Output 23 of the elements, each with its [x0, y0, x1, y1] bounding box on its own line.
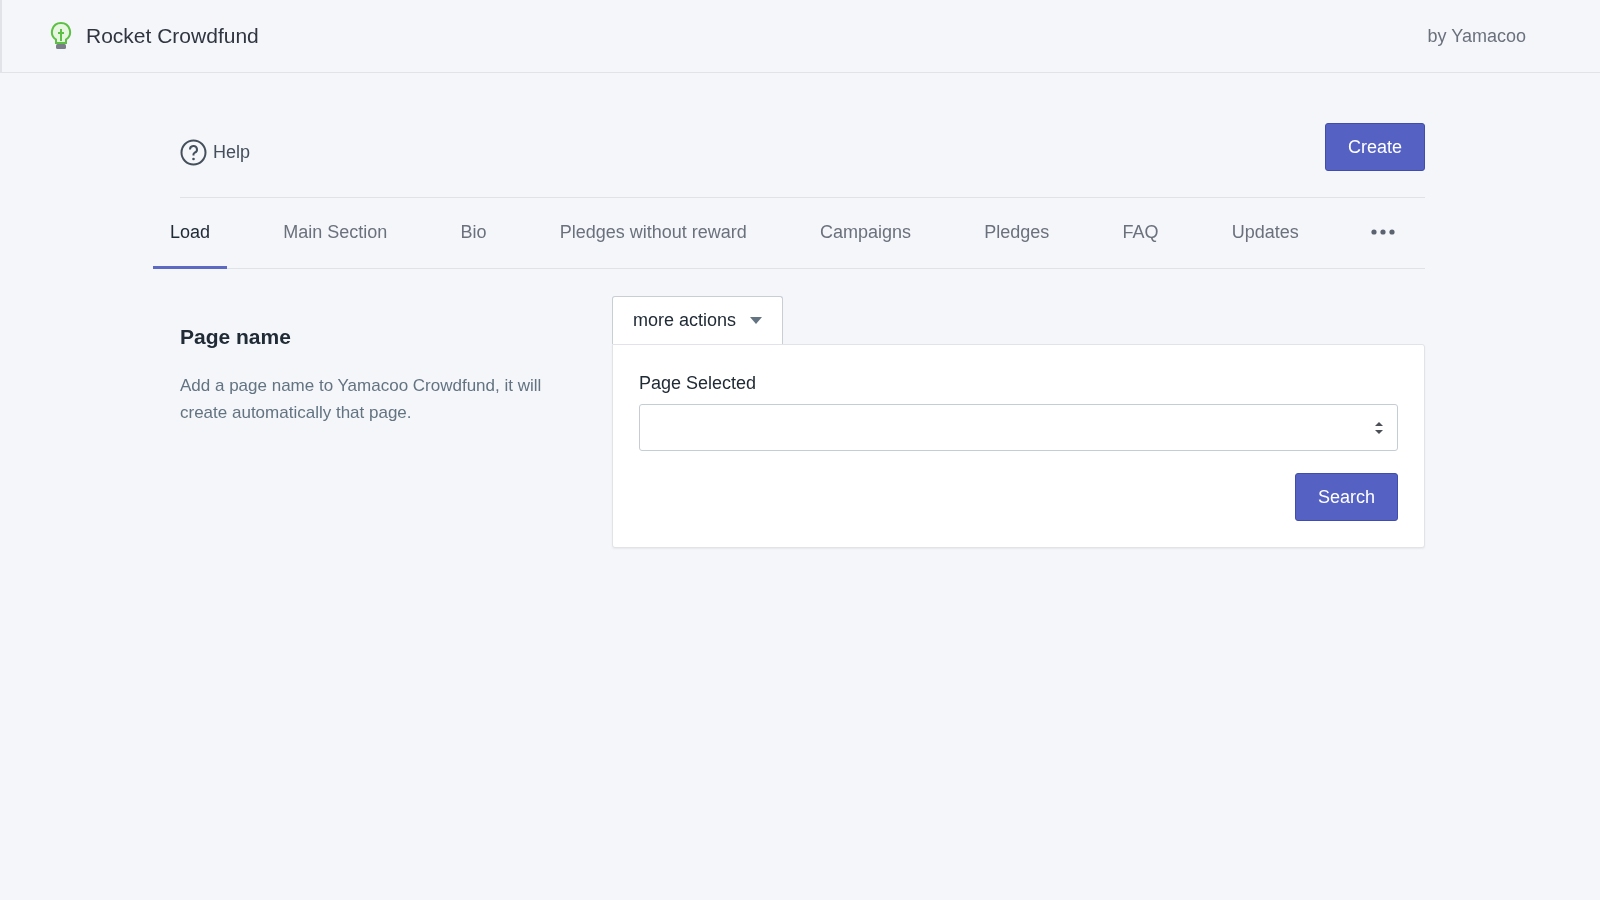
ellipsis-icon	[1370, 229, 1395, 235]
tab[interactable]: Bio	[443, 198, 504, 269]
more-actions-button[interactable]: more actions	[612, 296, 784, 344]
create-button[interactable]: Create	[1324, 123, 1425, 171]
app-name: Rocket Crowdfund	[86, 24, 259, 48]
tab[interactable]: Pledges	[967, 198, 1067, 269]
byline-text: by Yamacoo	[1427, 25, 1526, 47]
section-title: Page name	[180, 325, 292, 349]
tab[interactable]: Main Section	[266, 198, 405, 269]
help-icon	[180, 138, 207, 166]
tab[interactable]: Updates	[1214, 198, 1316, 269]
caret-icon	[750, 317, 763, 324]
tab[interactable]: Pledges without reward	[542, 198, 764, 269]
search-button[interactable]: Search	[1294, 473, 1398, 521]
select-field[interactable]	[639, 404, 1398, 451]
section-description: Add a page name to Yamacoo Crowdfund, it will create automatically that page.	[180, 375, 543, 424]
tab[interactable]: Campaigns	[803, 198, 929, 269]
tab[interactable]: FAQ	[1105, 198, 1176, 269]
select-arrows-icon	[1375, 420, 1383, 435]
help-link[interactable]: Help	[180, 138, 251, 166]
tab[interactable]: Load	[153, 198, 228, 269]
field-label: Page Selected	[639, 373, 758, 394]
lightbulb-icon	[50, 21, 72, 51]
